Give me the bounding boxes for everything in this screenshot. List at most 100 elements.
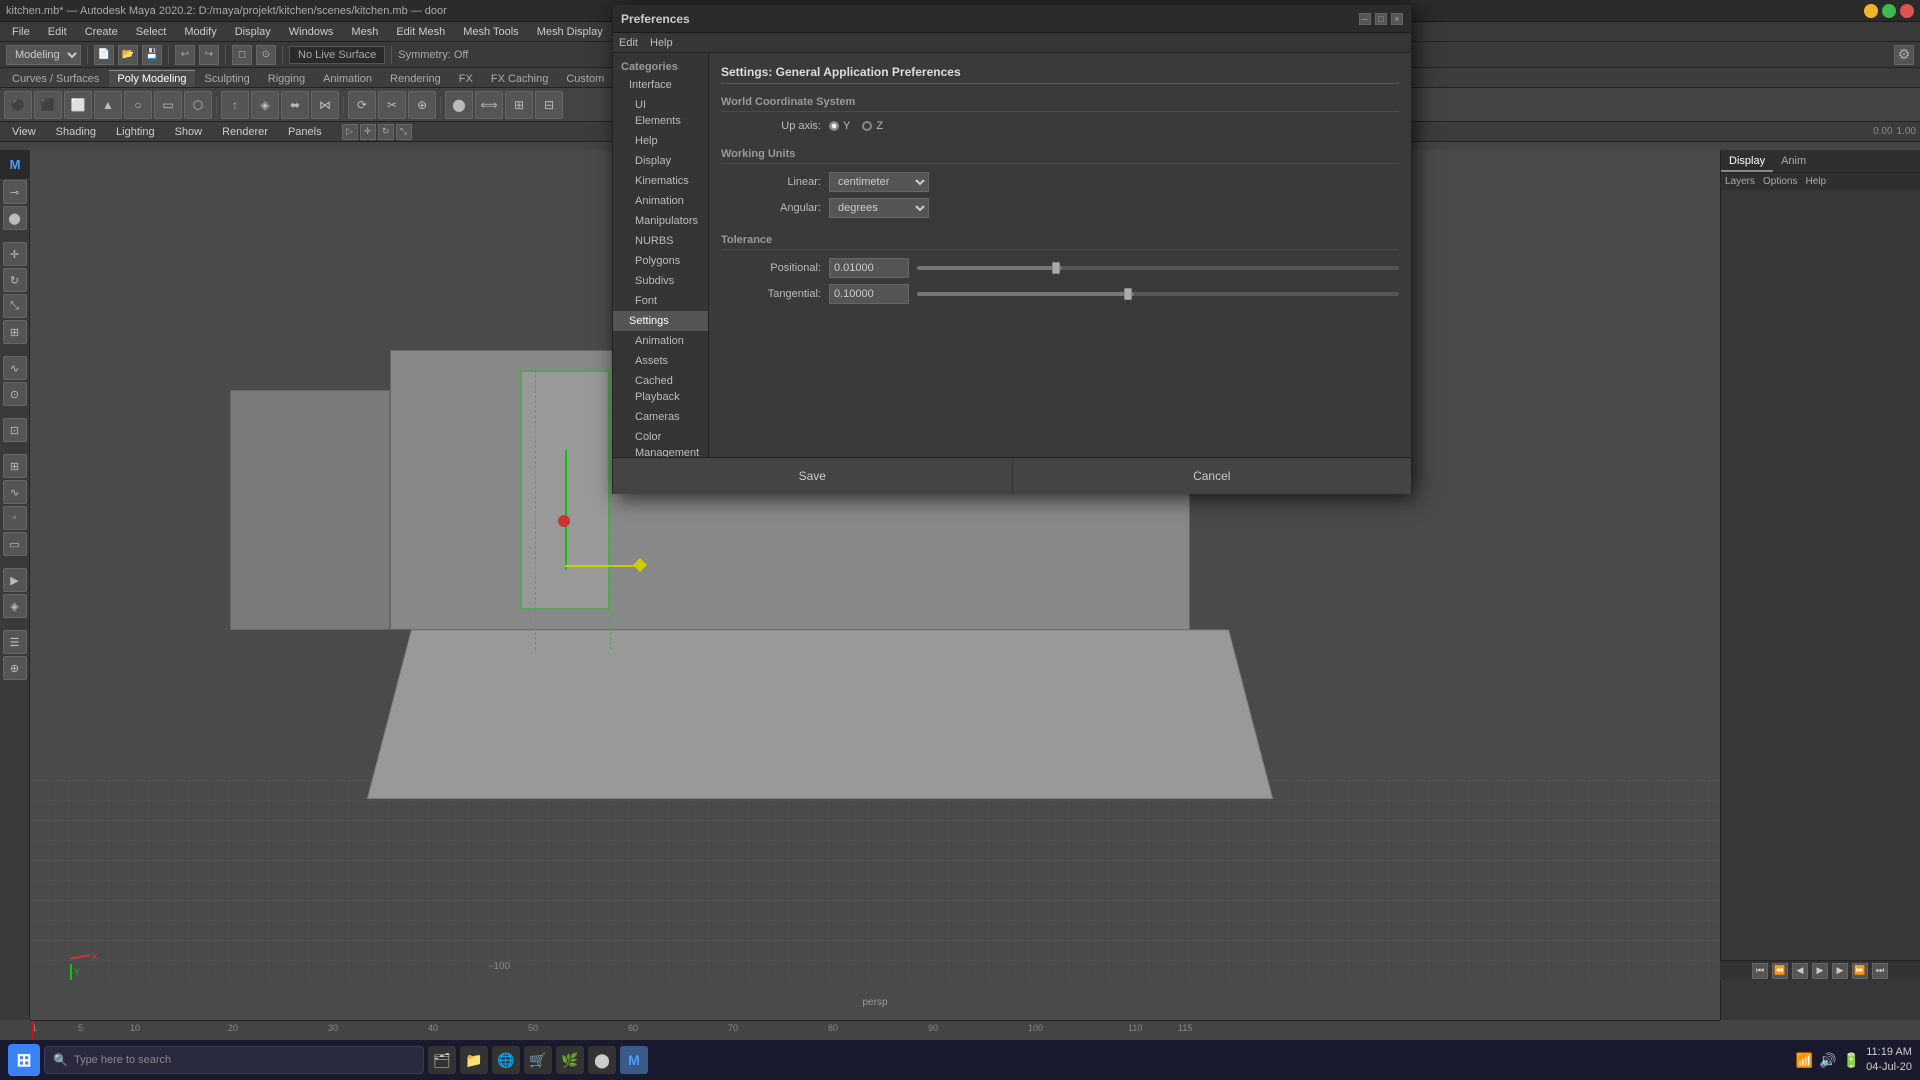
shelf-tab-rendering[interactable]: Rendering: [382, 70, 449, 87]
view-move-icon[interactable]: ✛: [360, 124, 376, 140]
up-axis-z-radio[interactable]: [862, 121, 872, 131]
tb-app-store[interactable]: 🛒: [524, 1046, 552, 1074]
shelf-icon-bridge[interactable]: ⬌: [281, 91, 309, 119]
timeline[interactable]: 1 5 10 20 30 40 50 60 70 80 90 100 110 1…: [30, 1020, 1720, 1040]
shelf-icon-cylinder[interactable]: ⬜: [64, 91, 92, 119]
menu-edit[interactable]: Edit: [40, 22, 75, 42]
snap-curve[interactable]: ∿: [3, 480, 27, 504]
tb-app-maya[interactable]: M: [620, 1046, 648, 1074]
tangential-slider-thumb[interactable]: [1124, 288, 1132, 300]
shelf-icon-sphere[interactable]: ⚫: [4, 91, 32, 119]
shelf-tab-curves-surfaces[interactable]: Curves / Surfaces: [4, 70, 107, 87]
cat-animation-ui[interactable]: Animation: [613, 191, 708, 211]
tb-battery-icon[interactable]: 🔋: [1843, 1052, 1860, 1069]
prefs-minimize[interactable]: ─: [1359, 13, 1371, 25]
cat-font[interactable]: Font: [613, 291, 708, 311]
shelf-icon-merge[interactable]: ⋈: [311, 91, 339, 119]
menu-display[interactable]: Display: [227, 22, 279, 42]
node-editor-icon[interactable]: ⊕: [3, 656, 27, 680]
cat-color-management[interactable]: Color Management: [613, 427, 708, 457]
angular-dropdown[interactable]: degrees radians: [829, 198, 929, 218]
up-axis-y-option[interactable]: Y: [829, 120, 850, 132]
shelf-tab-poly-modeling[interactable]: Poly Modeling: [109, 70, 194, 87]
cat-manipulators[interactable]: Manipulators: [613, 211, 708, 231]
right-panel-tab-anim[interactable]: Anim: [1773, 150, 1814, 172]
right-panel-tab-display[interactable]: Display: [1721, 150, 1773, 172]
prefs-menu-edit[interactable]: Edit: [619, 37, 638, 49]
shelf-tab-sculpting[interactable]: Sculpting: [197, 70, 258, 87]
show-manip[interactable]: ⊡: [3, 418, 27, 442]
ipr-icon[interactable]: ◈: [3, 594, 27, 618]
view-menu-panels[interactable]: Panels: [280, 122, 330, 142]
open-icon[interactable]: 📂: [118, 45, 138, 65]
up-axis-z-option[interactable]: Z: [862, 120, 883, 132]
menu-select[interactable]: Select: [128, 22, 175, 42]
universal-manip[interactable]: ⊞: [3, 320, 27, 344]
move-tool[interactable]: ✛: [3, 242, 27, 266]
start-button[interactable]: ⊞: [8, 1044, 40, 1076]
playback-prev[interactable]: ⏪: [1772, 963, 1788, 979]
positional-slider[interactable]: [917, 266, 1399, 270]
playback-prev-frame[interactable]: ◀: [1792, 963, 1808, 979]
shelf-icon-plane[interactable]: ▭: [154, 91, 182, 119]
soft-mod-tool[interactable]: ∿: [3, 356, 27, 380]
prefs-cancel-button[interactable]: Cancel: [1013, 458, 1412, 494]
shelf-icon-polygon[interactable]: ⬡: [184, 91, 212, 119]
cat-ui-elements[interactable]: UI Elements: [613, 95, 708, 131]
shelf-tab-custom[interactable]: Custom: [558, 70, 612, 87]
cat-interface[interactable]: Interface: [613, 75, 708, 95]
shelf-tab-animation[interactable]: Animation: [315, 70, 380, 87]
shelf-icon-torus[interactable]: ○: [124, 91, 152, 119]
select-icon[interactable]: ◻: [232, 45, 252, 65]
shelf-icon-smooth[interactable]: ⬤: [445, 91, 473, 119]
linear-dropdown[interactable]: centimeter millimeter meter foot inch ya…: [829, 172, 929, 192]
menu-windows[interactable]: Windows: [281, 22, 342, 42]
cat-nurbs[interactable]: NURBS: [613, 231, 708, 251]
timeline-inner[interactable]: 1 5 10 20 30 40 50 60 70 80 90 100 110 1…: [30, 1021, 1720, 1040]
view-menu-view[interactable]: View: [4, 122, 44, 142]
render-icon[interactable]: ▶: [3, 568, 27, 592]
cat-polygons[interactable]: Polygons: [613, 251, 708, 271]
menu-mesh[interactable]: Mesh: [343, 22, 386, 42]
shelf-icon-loop[interactable]: ⟳: [348, 91, 376, 119]
maximize-button[interactable]: [1882, 4, 1896, 18]
lasso-icon[interactable]: ⊙: [256, 45, 276, 65]
shelf-icon-multicut[interactable]: ✂: [378, 91, 406, 119]
shelf-icon-extrude[interactable]: ↑: [221, 91, 249, 119]
rpanel-options[interactable]: Options: [1763, 176, 1797, 187]
sculpt-tool[interactable]: ⊙: [3, 382, 27, 406]
playback-play[interactable]: ▶: [1812, 963, 1828, 979]
cat-assets[interactable]: Assets: [613, 351, 708, 371]
cat-kinematics[interactable]: Kinematics: [613, 171, 708, 191]
view-menu-shading[interactable]: Shading: [48, 122, 104, 142]
playback-end[interactable]: ⏭: [1872, 963, 1888, 979]
prefs-save-button[interactable]: Save: [613, 458, 1013, 494]
shelf-icon-separate[interactable]: ⊟: [535, 91, 563, 119]
cat-subdivs[interactable]: Subdivs: [613, 271, 708, 291]
tb-network-icon[interactable]: 📶: [1796, 1052, 1813, 1069]
no-live-surface[interactable]: No Live Surface: [289, 46, 385, 64]
shelf-icon-cone[interactable]: ▲: [94, 91, 122, 119]
menu-mesh-display[interactable]: Mesh Display: [529, 22, 611, 42]
tangential-slider[interactable]: [917, 292, 1399, 296]
cat-animation-settings[interactable]: Animation: [613, 331, 708, 351]
outliner-icon[interactable]: ☰: [3, 630, 27, 654]
paint-select-tool[interactable]: ⬤: [3, 206, 27, 230]
tangential-input[interactable]: [829, 284, 909, 304]
view-select-icon[interactable]: ▷: [342, 124, 358, 140]
shelf-icon-target-weld[interactable]: ⊕: [408, 91, 436, 119]
save-icon[interactable]: 💾: [142, 45, 162, 65]
prefs-close[interactable]: ×: [1391, 13, 1403, 25]
tb-app-spotify[interactable]: 🌿: [556, 1046, 584, 1074]
cat-cached-playback[interactable]: Cached Playback: [613, 371, 708, 407]
positional-slider-thumb[interactable]: [1052, 262, 1060, 274]
cat-cameras[interactable]: Cameras: [613, 407, 708, 427]
playback-start[interactable]: ⏮: [1752, 963, 1768, 979]
cat-display[interactable]: Display: [613, 151, 708, 171]
menu-mesh-tools[interactable]: Mesh Tools: [455, 22, 526, 42]
undo-icon[interactable]: ↩: [175, 45, 195, 65]
rpanel-layers[interactable]: Layers: [1725, 176, 1755, 187]
settings-icon[interactable]: ⚙: [1894, 45, 1914, 65]
tb-app-files[interactable]: 🗂: [428, 1046, 456, 1074]
prefs-menu-help[interactable]: Help: [650, 37, 673, 49]
